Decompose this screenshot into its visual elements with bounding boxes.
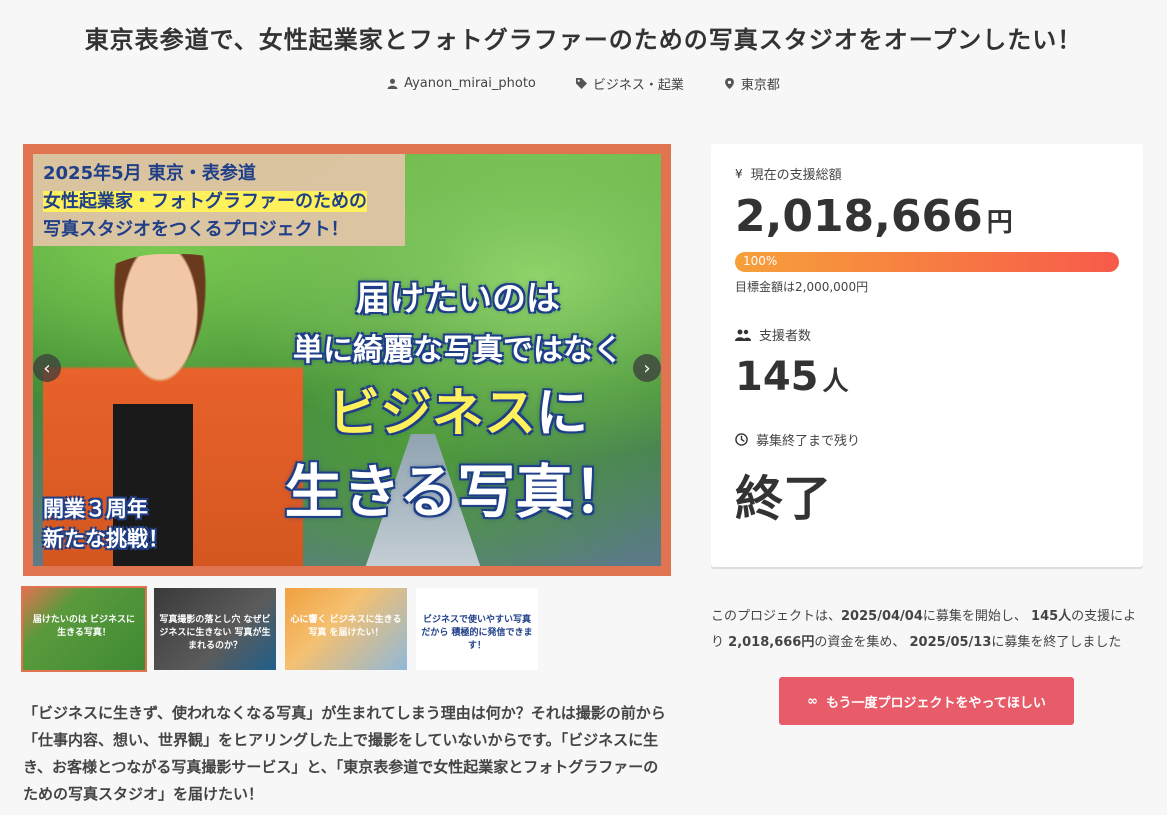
project-description: 「ビジネスに生きず、使われなくなる写真」が生まれてしまう理由は何か？それは撮影の… (23, 704, 666, 803)
backers-label-row: 支援者数 (735, 325, 1119, 344)
thumbnail-3[interactable]: 心に響く ビジネスに生きる写真 を届けたい！ (285, 588, 407, 670)
goal-text: 目標金額は2,000,000円 (735, 280, 869, 294)
map-pin-icon (724, 78, 734, 89)
amount-value: 2,018,666 (735, 191, 983, 242)
thumbnail-caption: 届けたいのは ビジネスに 生きる写真！ (32, 615, 136, 638)
summary-text: に募集を終了しました (991, 635, 1122, 650)
request-again-label: もう一度プロジェクトをやってほしい (825, 695, 1046, 711)
project-summary: このプロジェクトは、2025/04/04に募集を開始し、 145人の支援により … (711, 604, 1143, 656)
user-icon (387, 78, 398, 89)
thumbnail-2[interactable]: 写真撮影の落とし穴 なぜビジネスに生きない 写真が生まれるのか？ (154, 588, 276, 670)
remaining-value: 終了 (735, 471, 832, 527)
summary-text: の資金を集め、 (814, 635, 906, 650)
backers-label: 支援者数 (759, 329, 812, 344)
project-meta: Ayanon_mirai_photo ビジネス・起業 東京都 (0, 74, 1167, 93)
backers-value: 145 (735, 354, 819, 400)
carousel-prev-button[interactable]: ‹ (33, 354, 61, 382)
remaining-label: 募集終了まで残り (756, 434, 861, 449)
summary-text: このプロジェクトは、 (711, 609, 842, 624)
thumbnail-1[interactable]: 届けたいのは ビジネスに 生きる写真！ (21, 586, 147, 672)
banner-line2: 女性起業家・フォトグラファーのための (43, 191, 367, 212)
summary-text: に募集を開始し、 (922, 609, 1027, 624)
chevron-left-icon: ‹ (43, 357, 51, 379)
page-title: 東京表参道で、女性起業家とフォトグラファーのための写真スタジオをオープンしたい！ (84, 26, 1083, 54)
amount-label-row: ¥ 現在の支援総額 (735, 164, 1119, 184)
hero-banner: 2025年5月 東京・表参道 女性起業家・フォトグラファーのための 写真スタジオ… (33, 154, 405, 246)
thumbnail-caption: ビジネスで使いやすい写真だから 積極的に発信できます！ (421, 615, 533, 651)
author-name: Ayanon_mirai_photo (404, 76, 536, 91)
hero-image: 2025年5月 東京・表参道 女性起業家・フォトグラファーのための 写真スタジオ… (33, 154, 661, 566)
yen-icon: ¥ (735, 166, 743, 181)
users-icon (735, 329, 751, 341)
banner-line3: 写真スタジオをつくるプロジェクト！ (43, 219, 349, 240)
stats-card: ¥ 現在の支援総額 2,018,666 円 100% 目標金額は2,000,000… (711, 144, 1143, 567)
progress-bar: 100% (735, 252, 1119, 272)
hero-image-carousel[interactable]: 2025年5月 東京・表参道 女性起業家・フォトグラファーのための 写真スタジオ… (23, 144, 671, 576)
progress-percent: 100% (743, 254, 778, 268)
carousel-next-button[interactable]: › (633, 354, 661, 382)
thumbnail-caption: 心に響く ビジネスに生きる写真 を届けたい！ (290, 615, 402, 638)
summary-backers: 145人 (1031, 609, 1072, 624)
author-link[interactable]: Ayanon_mirai_photo (387, 74, 536, 93)
category-link[interactable]: ビジネス・起業 (575, 74, 684, 93)
tag-icon (575, 78, 587, 89)
anniversary-badge: 開業３周年 新たな挑戦！ (43, 494, 169, 554)
headline-line2: 単に綺麗な写真ではなく (293, 333, 623, 368)
amount-label: 現在の支援総額 (750, 168, 842, 183)
location-name: 東京都 (740, 78, 780, 93)
request-again-button[interactable]: ∞ もう一度プロジェクトをやってほしい (779, 677, 1074, 725)
thumbnail-strip: 届けたいのは ビジネスに 生きる写真！ 写真撮影の落とし穴 なぜビジネスに生きな… (21, 586, 538, 672)
backers-unit: 人 (822, 367, 849, 397)
headline-line3-rest: に (536, 384, 589, 444)
headline-line3-highlight: ビジネス (327, 384, 536, 444)
summary-end-date: 2025/05/13 (909, 635, 992, 650)
badge-line1: 開業３周年 (43, 497, 148, 521)
amount-unit: 円 (986, 208, 1013, 238)
chevron-right-icon: › (643, 357, 651, 379)
headline-line4: 生きる写真！ (284, 458, 632, 526)
infinity-icon: ∞ (807, 693, 818, 709)
banner-line1: 2025年5月 東京・表参道 (43, 163, 256, 184)
clock-icon (735, 433, 748, 446)
badge-line2: 新たな挑戦！ (43, 527, 169, 551)
amount-value-row: 2,018,666 円 (735, 191, 1119, 242)
hero-headline: 届けたいのは 単に綺麗な写真ではなく ビジネスに 生きる写真！ (258, 272, 658, 532)
remaining-label-row: 募集終了まで残り (735, 430, 1119, 449)
backers-value-row: 145 人 (735, 354, 1119, 400)
thumbnail-caption: 写真撮影の落とし穴 なぜビジネスに生きない 写真が生まれるのか？ (159, 615, 271, 651)
headline-line1: 届けたいのは (356, 279, 560, 319)
category-name: ビジネス・起業 (592, 78, 684, 93)
summary-amount: 2,018,666円 (728, 635, 815, 650)
thumbnail-4[interactable]: ビジネスで使いやすい写真だから 積極的に発信できます！ (416, 588, 538, 670)
summary-start-date: 2025/04/04 (841, 609, 923, 624)
location-link[interactable]: 東京都 (724, 74, 780, 93)
